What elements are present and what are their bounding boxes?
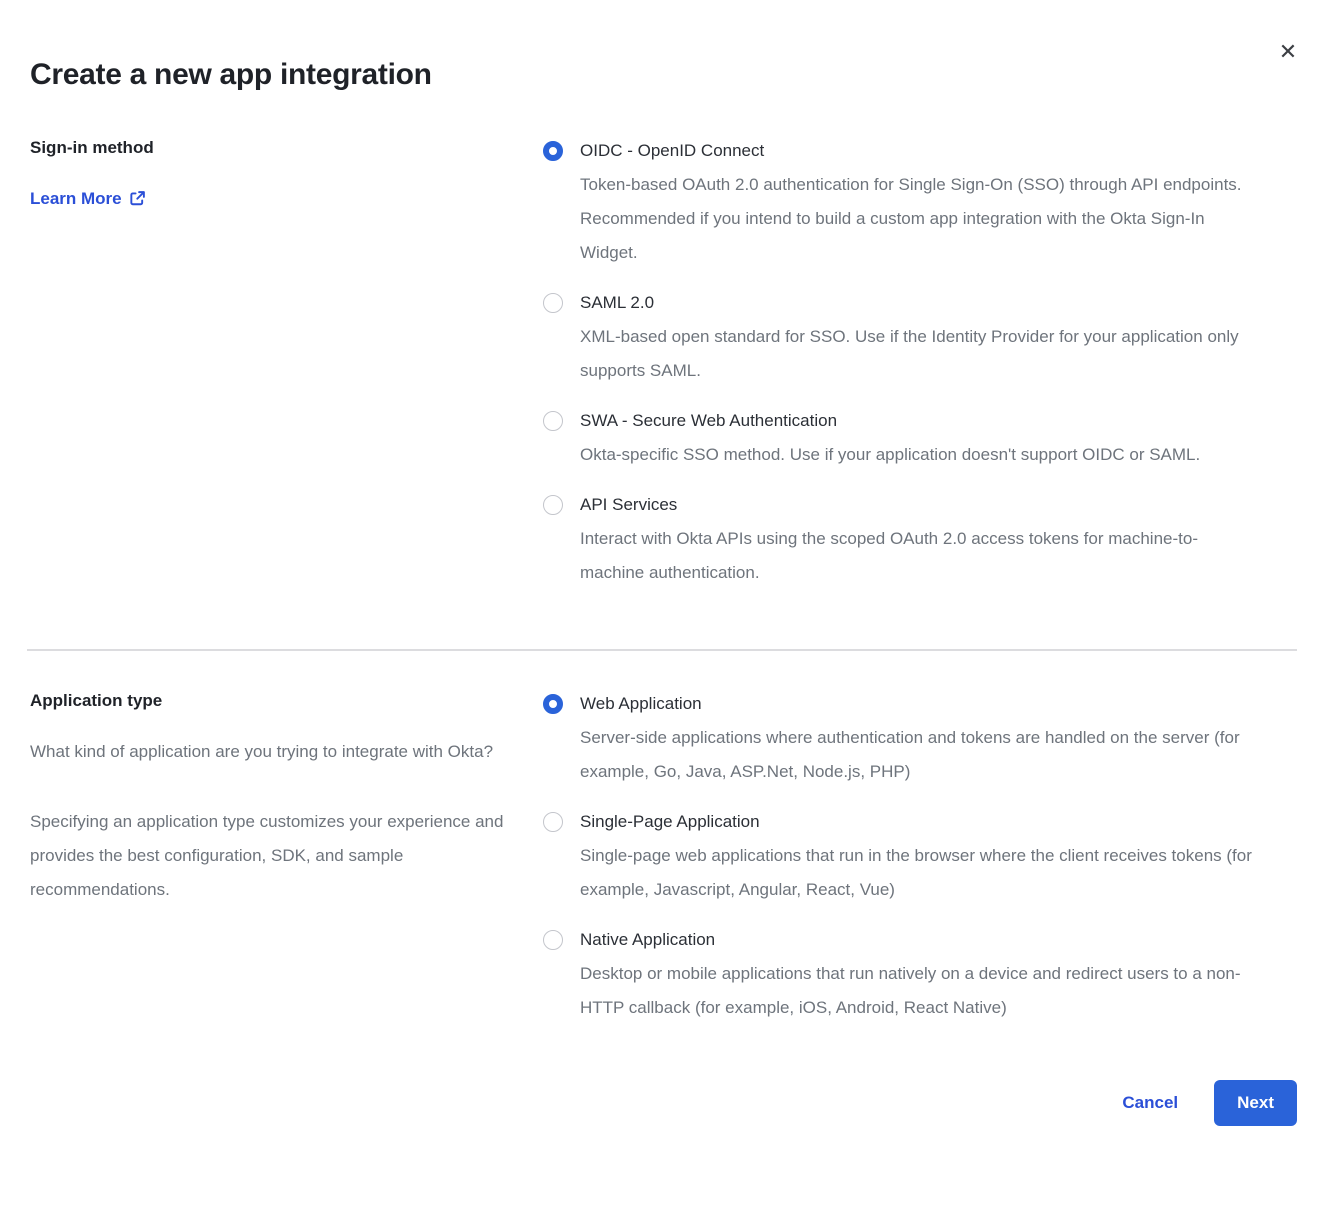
option-desc-saml: XML-based open standard for SSO. Use if …: [580, 320, 1262, 388]
radio-api[interactable]: [543, 495, 563, 515]
option-desc-oidc: Token-based OAuth 2.0 authentication for…: [580, 168, 1262, 270]
radio-option-api: API ServicesInteract with Okta APIs usin…: [543, 488, 1262, 590]
option-label-oidc[interactable]: OIDC - OpenID Connect: [580, 134, 1262, 168]
application-type-left-column: Application type What kind of applicatio…: [30, 687, 543, 1025]
option-desc-web: Server-side applications where authentic…: [580, 721, 1262, 789]
dialog-footer: Cancel Next: [0, 1080, 1332, 1126]
external-link-icon: [129, 190, 146, 207]
option-label-saml[interactable]: SAML 2.0: [580, 286, 1262, 320]
option-body-web: Web ApplicationServer-side applications …: [580, 687, 1262, 789]
signin-method-left-column: Sign-in method Learn More: [30, 134, 543, 590]
application-type-heading: Application type: [30, 687, 513, 714]
radio-option-swa: SWA - Secure Web AuthenticationOkta-spec…: [543, 404, 1262, 472]
option-label-web[interactable]: Web Application: [580, 687, 1262, 721]
apptype-question: What kind of application are you trying …: [30, 735, 508, 769]
signin-method-heading: Sign-in method: [30, 134, 513, 161]
option-desc-native: Desktop or mobile applications that run …: [580, 957, 1262, 1025]
dialog-title: Create a new app integration: [0, 58, 1332, 92]
radio-swa[interactable]: [543, 411, 563, 431]
radio-option-saml: SAML 2.0XML-based open standard for SSO.…: [543, 286, 1262, 388]
learn-more-label: Learn More: [30, 186, 122, 211]
application-type-section: Application type What kind of applicatio…: [0, 687, 1332, 1025]
option-label-native[interactable]: Native Application: [580, 923, 1262, 957]
close-button[interactable]: ✕: [1272, 36, 1304, 68]
option-label-spa[interactable]: Single-Page Application: [580, 805, 1262, 839]
option-label-api[interactable]: API Services: [580, 488, 1262, 522]
radio-spa[interactable]: [543, 812, 563, 832]
apptype-description: Specifying an application type customize…: [30, 805, 508, 907]
section-divider: [27, 649, 1297, 651]
cancel-button[interactable]: Cancel: [1122, 1093, 1178, 1113]
create-app-integration-dialog: ✕ Create a new app integration Sign-in m…: [0, 0, 1332, 1210]
option-body-oidc: OIDC - OpenID ConnectToken-based OAuth 2…: [580, 134, 1262, 270]
learn-more-link[interactable]: Learn More: [30, 186, 146, 211]
option-desc-swa: Okta-specific SSO method. Use if your ap…: [580, 438, 1262, 472]
radio-web-selected[interactable]: [543, 694, 563, 714]
apptype-options: Web ApplicationServer-side applications …: [543, 687, 1262, 1025]
option-body-saml: SAML 2.0XML-based open standard for SSO.…: [580, 286, 1262, 388]
option-desc-spa: Single-page web applications that run in…: [580, 839, 1262, 907]
radio-native[interactable]: [543, 930, 563, 950]
radio-oidc-selected[interactable]: [543, 141, 563, 161]
next-button[interactable]: Next: [1214, 1080, 1297, 1126]
close-icon: ✕: [1279, 41, 1297, 63]
radio-option-web: Web ApplicationServer-side applications …: [543, 687, 1262, 789]
option-desc-api: Interact with Okta APIs using the scoped…: [580, 522, 1262, 590]
radio-option-spa: Single-Page ApplicationSingle-page web a…: [543, 805, 1262, 907]
signin-options: OIDC - OpenID ConnectToken-based OAuth 2…: [543, 134, 1262, 590]
option-body-api: API ServicesInteract with Okta APIs usin…: [580, 488, 1262, 590]
radio-saml[interactable]: [543, 293, 563, 313]
option-label-swa[interactable]: SWA - Secure Web Authentication: [580, 404, 1262, 438]
option-body-swa: SWA - Secure Web AuthenticationOkta-spec…: [580, 404, 1262, 472]
signin-method-section: Sign-in method Learn More OIDC - OpenID …: [0, 134, 1332, 590]
radio-option-native: Native ApplicationDesktop or mobile appl…: [543, 923, 1262, 1025]
option-body-spa: Single-Page ApplicationSingle-page web a…: [580, 805, 1262, 907]
radio-option-oidc: OIDC - OpenID ConnectToken-based OAuth 2…: [543, 134, 1262, 270]
option-body-native: Native ApplicationDesktop or mobile appl…: [580, 923, 1262, 1025]
